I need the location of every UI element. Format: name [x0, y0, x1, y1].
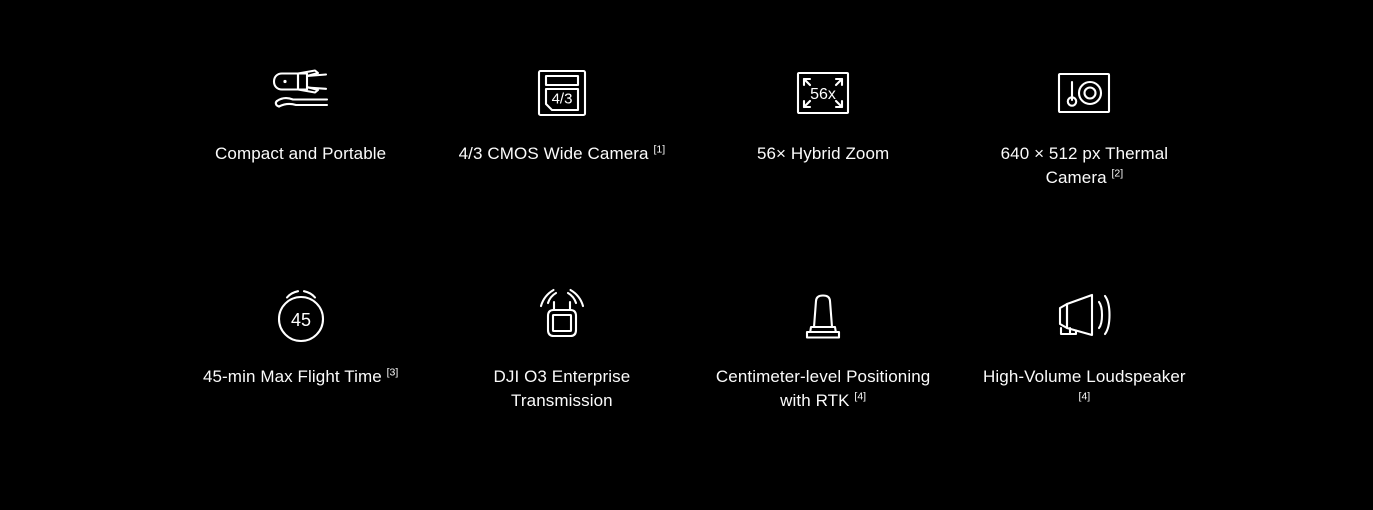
thermal-camera-icon	[1055, 62, 1113, 124]
feature-label: 640 × 512 px Thermal Camera [2]	[977, 142, 1192, 190]
feature-grid: Compact and Portable 4/3 4/3 CMOS Wide C…	[170, 62, 1215, 413]
feature-label-text: 4/3 CMOS Wide Camera	[458, 144, 649, 163]
feature-cell-hybrid-zoom: 56x 56× Hybrid Zoom	[693, 62, 954, 190]
feature-cell-cmos-wide-camera: 4/3 4/3 CMOS Wide Camera [1]	[431, 62, 692, 190]
feature-label: 56× Hybrid Zoom	[757, 142, 889, 166]
loudspeaker-icon	[1052, 285, 1116, 347]
feature-cell-thermal-camera: 640 × 512 px Thermal Camera [2]	[954, 62, 1215, 190]
feature-label-text: Compact and Portable	[215, 144, 387, 163]
feature-label-text: DJI O3 Enterprise Transmission	[493, 367, 631, 410]
stopwatch-45-icon: 45	[272, 285, 330, 347]
remote-controller-signal-icon	[532, 285, 592, 347]
feature-cell-rtk-positioning: Centimeter-level Positioning with RTK [4…	[693, 285, 954, 413]
feature-row: Compact and Portable 4/3 4/3 CMOS Wide C…	[170, 62, 1215, 190]
flight-minutes-text: 45	[291, 310, 311, 330]
feature-footnote: [1]	[653, 143, 666, 156]
feature-label-text: 56× Hybrid Zoom	[756, 144, 890, 163]
feature-label: DJI O3 Enterprise Transmission	[454, 365, 669, 413]
drone-on-hand-icon	[265, 62, 337, 124]
feature-cell-transmission: DJI O3 Enterprise Transmission	[431, 285, 692, 413]
sensor-format-text: 4/3	[551, 91, 572, 108]
hybrid-zoom-56x-icon: 56x	[794, 62, 852, 124]
feature-footnote: [4]	[1078, 390, 1091, 403]
feature-label: High-Volume Loudspeaker [4]	[977, 365, 1192, 413]
feature-footnote: [2]	[1111, 167, 1124, 180]
feature-footnote: [3]	[386, 366, 399, 379]
zoom-factor-text: 56x	[810, 86, 836, 103]
feature-row: 45 45-min Max Flight Time [3] DJI O3 Ent…	[170, 285, 1215, 413]
feature-cell-flight-time: 45 45-min Max Flight Time [3]	[170, 285, 431, 413]
feature-label: Centimeter-level Positioning with RTK [4…	[716, 365, 931, 413]
feature-label: 4/3 CMOS Wide Camera [1]	[459, 142, 666, 166]
feature-label-text: 640 × 512 px Thermal Camera	[1000, 144, 1169, 187]
feature-label: Compact and Portable	[215, 142, 386, 166]
feature-label-text: Centimeter-level Positioning with RTK	[715, 367, 931, 410]
feature-cell-compact-and-portable: Compact and Portable	[170, 62, 431, 190]
feature-cell-loudspeaker: High-Volume Loudspeaker [4]	[954, 285, 1215, 413]
feature-footnote: [4]	[854, 390, 867, 403]
feature-label-text: High-Volume Loudspeaker	[983, 367, 1186, 386]
cmos-sensor-43-icon: 4/3	[534, 62, 590, 124]
feature-label: 45-min Max Flight Time [3]	[203, 365, 398, 389]
rtk-module-icon	[792, 285, 854, 347]
feature-label-text: 45-min Max Flight Time	[202, 367, 382, 386]
